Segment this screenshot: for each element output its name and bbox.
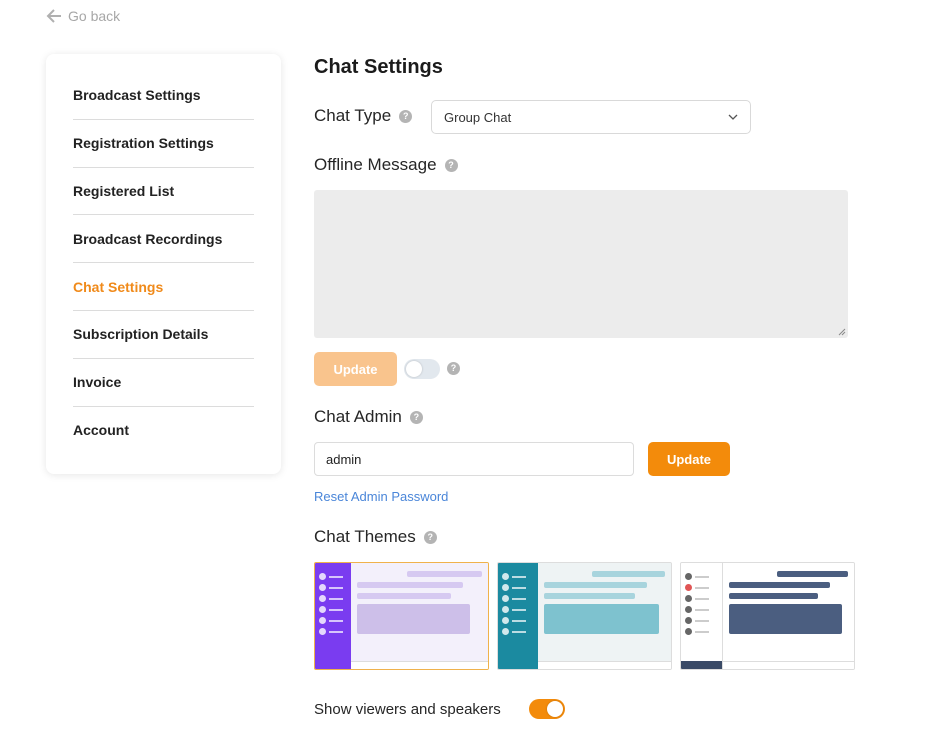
chat-type-select[interactable]: Group Chat [431, 100, 751, 134]
reset-admin-password-link[interactable]: Reset Admin Password [314, 489, 448, 504]
theme-preview-user [319, 595, 351, 602]
offline-message-toggle[interactable] [404, 359, 440, 379]
theme-preview-sidebar [315, 563, 351, 669]
theme-preview-message [729, 604, 843, 634]
sidebar-item-account[interactable]: Account [73, 407, 254, 455]
theme-preview-message [407, 571, 482, 577]
toggle-knob [547, 701, 563, 717]
chat-admin-input[interactable] [314, 442, 634, 476]
sidebar-item-invoice[interactable]: Invoice [73, 359, 254, 407]
theme-preview-sidebar [498, 563, 538, 669]
theme-preview-input [723, 661, 854, 669]
sidebar-item-broadcast-settings[interactable]: Broadcast Settings [73, 72, 254, 120]
chat-admin-section: Chat Admin ? [314, 407, 423, 427]
page-title: Chat Settings [314, 56, 443, 78]
theme-preview-message [357, 593, 451, 599]
theme-preview-user [685, 628, 722, 635]
theme-preview-sidebar-footer [681, 661, 722, 669]
question-circle-icon[interactable]: ? [444, 158, 458, 172]
offline-message-textarea[interactable] [314, 190, 848, 338]
sidebar-item-registration-settings[interactable]: Registration Settings [73, 120, 254, 168]
show-viewers-label: Show viewers and speakers [314, 701, 501, 718]
arrow-left-icon [46, 9, 61, 23]
theme-preview-user [502, 606, 538, 613]
chat-type-section: Chat Type ? [314, 106, 413, 126]
theme-preview-user [685, 595, 722, 602]
theme-preview-user [502, 595, 538, 602]
theme-preview-message [357, 582, 464, 588]
chat-themes-label: Chat Themes [314, 527, 416, 546]
theme-preview-chat [538, 563, 671, 669]
theme-preview-chat [351, 563, 488, 669]
theme-preview-input [351, 661, 488, 669]
chat-admin-label: Chat Admin [314, 407, 402, 426]
theme-preview-user [319, 617, 351, 624]
theme-preview-sidebar [681, 563, 723, 669]
theme-preview-message [592, 571, 665, 577]
settings-sidebar: Broadcast Settings Registration Settings… [46, 54, 281, 474]
question-circle-icon[interactable]: ? [409, 410, 423, 424]
chat-themes-section: Chat Themes ? [314, 527, 437, 547]
chat-theme-purple[interactable] [314, 562, 489, 670]
chat-admin-update-button[interactable]: Update [648, 442, 730, 476]
chat-theme-teal[interactable] [497, 562, 672, 670]
chat-theme-white[interactable] [680, 562, 855, 670]
theme-preview-message [357, 604, 470, 634]
question-circle-icon[interactable]: ? [447, 362, 460, 375]
sidebar-item-subscription-details[interactable]: Subscription Details [73, 311, 254, 359]
theme-preview-input [538, 661, 671, 669]
sidebar-item-chat-settings[interactable]: Chat Settings [73, 263, 254, 311]
theme-preview-user [319, 573, 351, 580]
theme-preview-message [544, 593, 635, 599]
sidebar-item-broadcast-recordings[interactable]: Broadcast Recordings [73, 215, 254, 264]
sidebar-item-registered-list[interactable]: Registered List [73, 168, 254, 216]
theme-preview-chat [723, 563, 854, 669]
theme-preview-message [729, 593, 819, 599]
go-back-link[interactable]: Go back [46, 8, 120, 24]
theme-preview-message [729, 582, 831, 588]
chevron-down-icon [728, 114, 738, 120]
theme-preview-user [502, 617, 538, 624]
go-back-label: Go back [68, 8, 121, 24]
show-viewers-toggle[interactable] [529, 699, 565, 719]
offline-message-section: Offline Message ? [314, 155, 458, 175]
theme-preview-message [544, 604, 659, 634]
chat-themes-list [314, 562, 855, 670]
theme-preview-message [544, 582, 647, 588]
offline-message-update-button[interactable]: Update [314, 352, 397, 386]
question-circle-icon[interactable]: ? [423, 530, 437, 544]
chat-type-selected-value: Group Chat [444, 109, 512, 125]
theme-preview-user [502, 628, 538, 635]
question-circle-icon[interactable]: ? [399, 109, 413, 123]
theme-preview-user [319, 606, 351, 613]
theme-preview-user [319, 628, 351, 635]
toggle-knob [406, 361, 422, 377]
resize-handle-icon[interactable] [837, 327, 846, 336]
theme-preview-user [319, 584, 351, 591]
theme-preview-user [502, 584, 538, 591]
theme-preview-user [685, 617, 722, 624]
theme-preview-user [685, 584, 722, 591]
theme-preview-message [776, 571, 848, 577]
chat-type-label: Chat Type [314, 106, 392, 125]
theme-preview-user [685, 573, 722, 580]
theme-preview-user [685, 606, 722, 613]
chat-settings-panel: Chat Settings Chat Type ? Group Chat Off… [314, 0, 914, 755]
theme-preview-user [502, 573, 538, 580]
offline-message-label: Offline Message [314, 155, 437, 174]
